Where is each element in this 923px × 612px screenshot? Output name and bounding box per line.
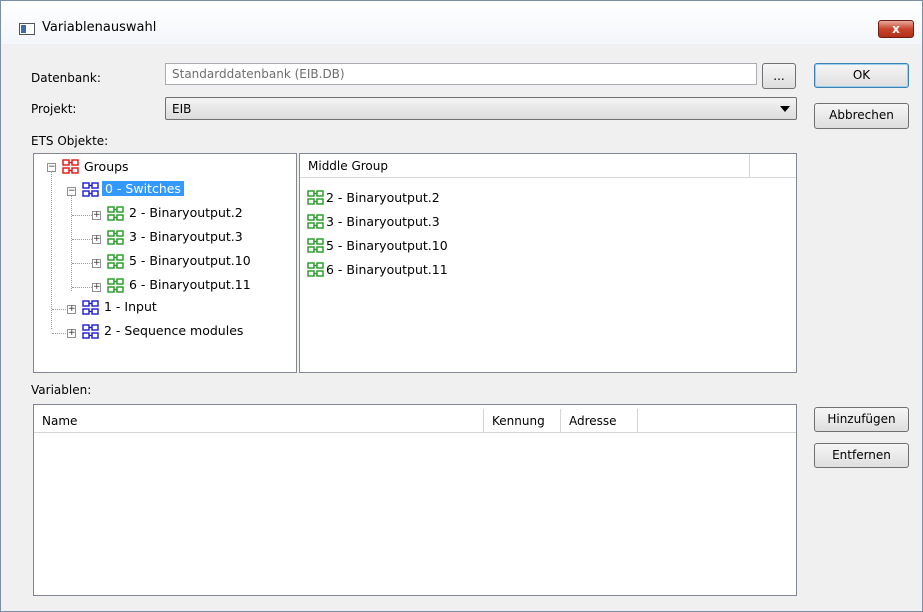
group-icon-green	[307, 214, 324, 229]
expand-icon[interactable]: +	[92, 235, 101, 244]
list-item[interactable]: 5 - Binaryoutput.10	[326, 236, 448, 256]
chevron-down-icon	[780, 106, 790, 112]
entfernen-button[interactable]: Entfernen	[814, 443, 909, 468]
tree-item-groups[interactable]: Groups	[84, 157, 129, 177]
group-icon-green	[107, 230, 124, 245]
middle-group-header-spacer	[750, 154, 796, 178]
browse-button[interactable]: ...	[762, 63, 796, 89]
expand-icon[interactable]: +	[92, 283, 101, 292]
ok-button[interactable]: OK	[814, 63, 909, 88]
expand-icon[interactable]: +	[67, 329, 76, 338]
column-header-spacer	[638, 409, 796, 433]
tree-item-input[interactable]: 1 - Input	[104, 297, 157, 317]
tree-item-switches-label: 0 - Switches	[102, 181, 184, 196]
close-button[interactable]: x	[878, 20, 914, 38]
middle-group-list[interactable]: Middle Group 2 - Binaryoutput.2 3 - Bina…	[299, 153, 797, 373]
variables-table[interactable]: Name Kennung Adresse	[33, 404, 797, 596]
expand-icon[interactable]: +	[92, 211, 101, 220]
column-header-adresse[interactable]: Adresse	[561, 409, 638, 433]
datenbank-field[interactable]: Standarddatenbank (EIB.DB)	[165, 63, 757, 85]
tree-item-sequence-modules[interactable]: 2 - Sequence modules	[104, 321, 243, 341]
ets-tree[interactable]: − Groups − 0 - Switches + 2 - Binaryoutp…	[33, 153, 297, 373]
list-item[interactable]: 3 - Binaryoutput.3	[326, 212, 440, 232]
tree-item-binaryoutput-10[interactable]: 5 - Binaryoutput.10	[129, 251, 251, 271]
projekt-select[interactable]: EIB	[165, 97, 797, 120]
tree-item-switches[interactable]: 0 - Switches	[102, 179, 184, 199]
tree-item-binaryoutput-3[interactable]: 3 - Binaryoutput.3	[129, 227, 243, 247]
hinzufuegen-button[interactable]: Hinzufügen	[814, 407, 909, 432]
group-icon-green	[307, 262, 324, 277]
group-icon-blue	[82, 300, 99, 315]
expand-icon[interactable]: +	[67, 305, 76, 314]
list-item[interactable]: 2 - Binaryoutput.2	[326, 188, 440, 208]
tree-item-binaryoutput-2[interactable]: 2 - Binaryoutput.2	[129, 203, 243, 223]
expand-icon[interactable]: +	[92, 259, 101, 268]
group-icon-green	[107, 278, 124, 293]
group-icon-blue	[82, 182, 99, 197]
group-icon-red	[62, 159, 79, 174]
collapse-icon[interactable]: −	[67, 187, 76, 196]
collapse-icon[interactable]: −	[47, 163, 56, 172]
window-title: Variablenauswahl	[42, 20, 157, 35]
group-icon-blue	[82, 324, 99, 339]
projekt-select-value: EIB	[172, 102, 192, 116]
abbrechen-button[interactable]: Abbrechen	[814, 103, 909, 129]
ets-objekte-label: ETS Objekte:	[31, 134, 109, 148]
datenbank-label: Datenbank:	[31, 71, 101, 85]
variablen-label: Variablen:	[31, 383, 92, 397]
column-header-name[interactable]: Name	[34, 409, 484, 433]
group-icon-green	[107, 206, 124, 221]
list-item[interactable]: 6 - Binaryoutput.11	[326, 260, 448, 280]
group-icon-green	[307, 190, 324, 205]
column-header-kennung[interactable]: Kennung	[484, 409, 561, 433]
projekt-label: Projekt:	[31, 102, 77, 116]
group-icon-green	[307, 238, 324, 253]
dialog-window: Variablenauswahl x Datenbank: Standardda…	[0, 0, 923, 612]
middle-group-header[interactable]: Middle Group	[300, 154, 750, 178]
group-icon-green	[107, 254, 124, 269]
window-icon	[19, 23, 35, 35]
tree-item-binaryoutput-11[interactable]: 6 - Binaryoutput.11	[129, 275, 251, 295]
title-bar[interactable]: Variablenauswahl x	[1, 1, 922, 44]
